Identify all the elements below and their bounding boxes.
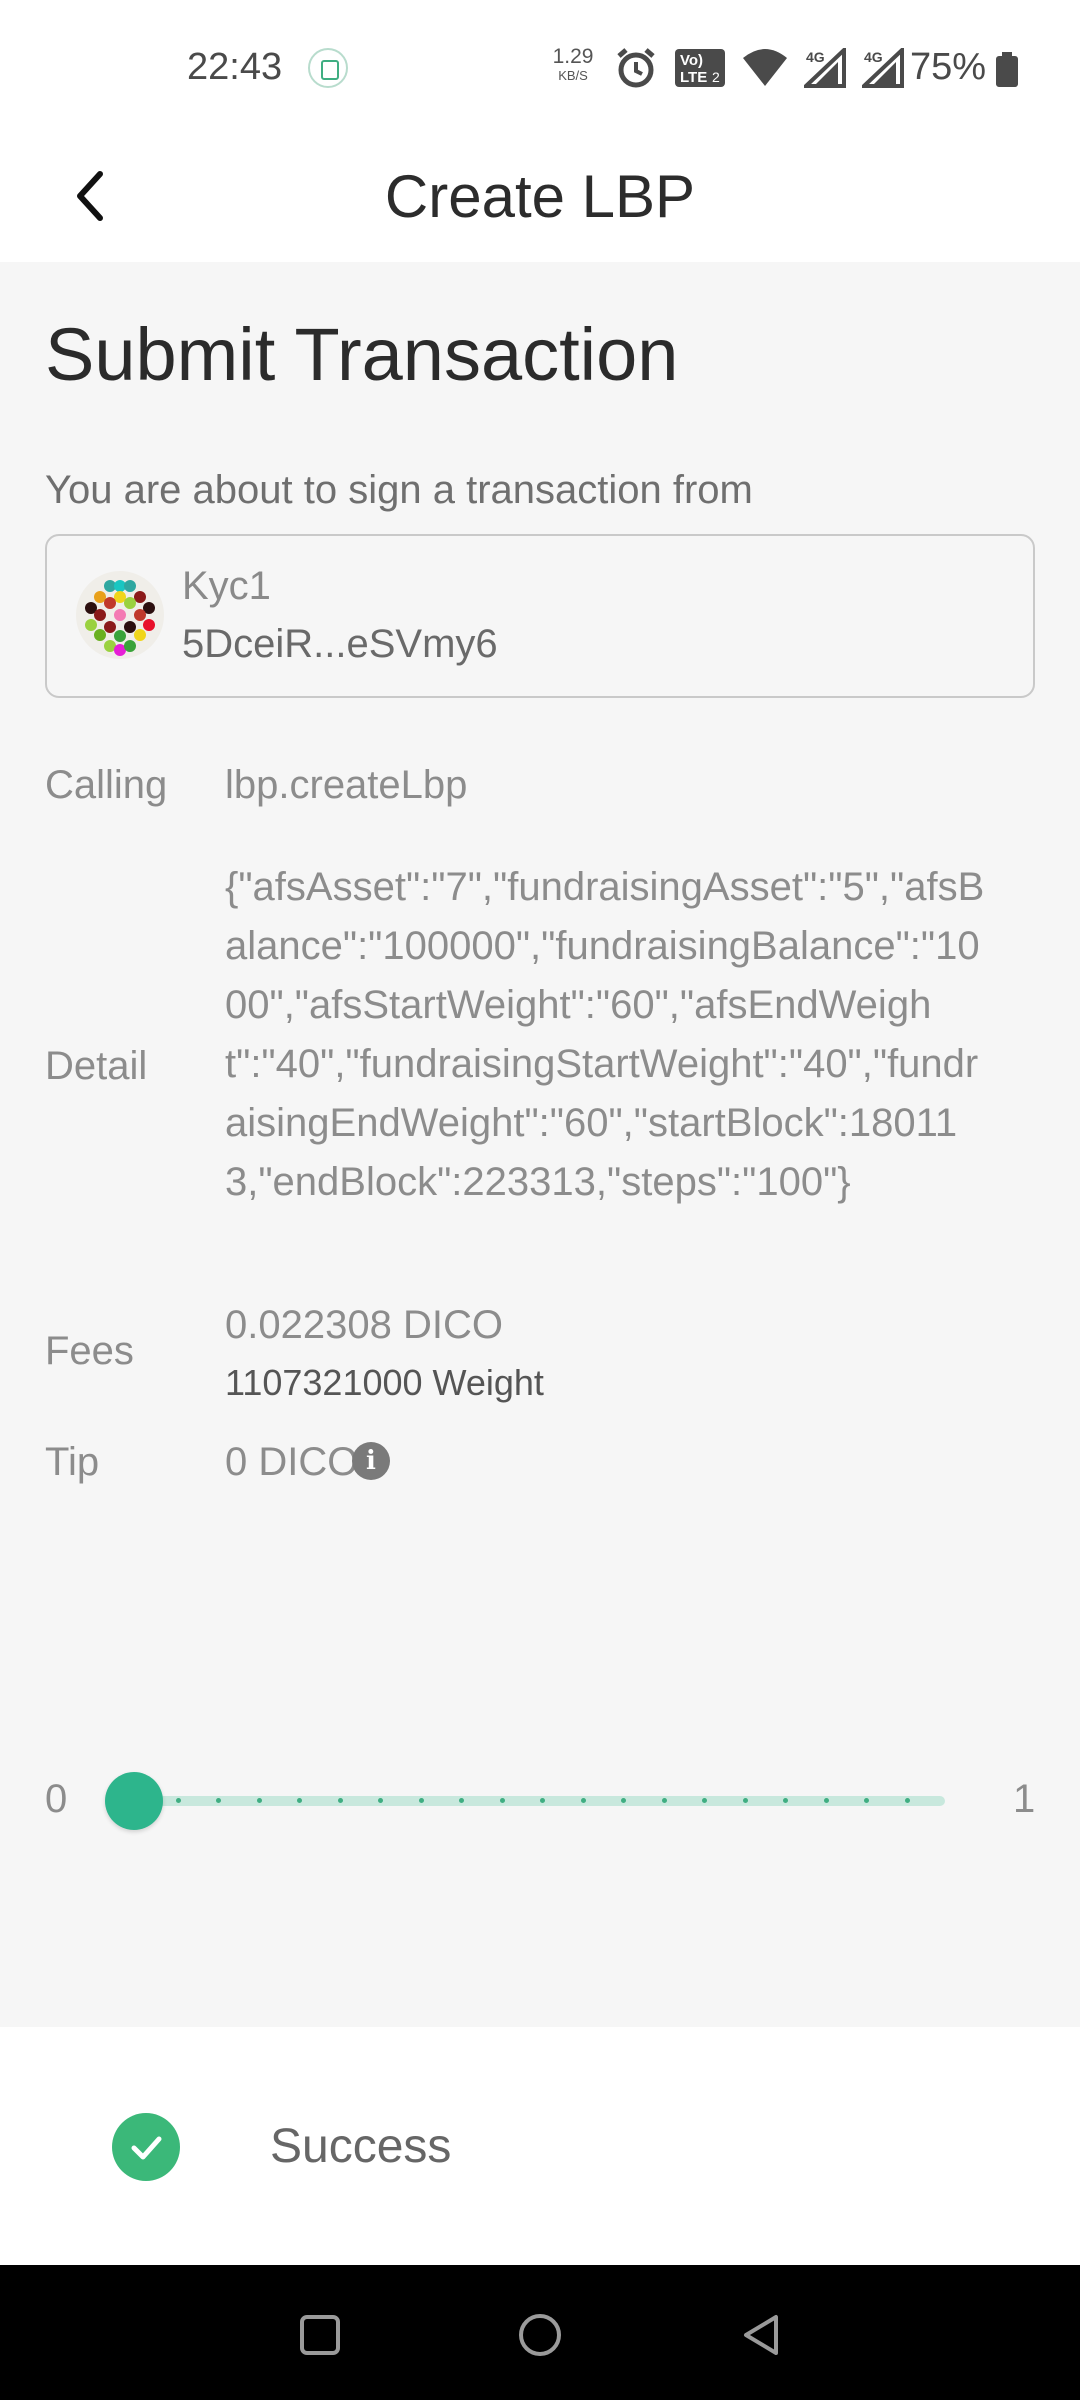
- fees-value: 0.022308 DICO: [225, 1303, 503, 1347]
- slider-ticks: [135, 1798, 945, 1804]
- slider-tick: [783, 1798, 788, 1803]
- back-triangle-icon: [744, 2315, 778, 2355]
- slider-tick: [297, 1798, 302, 1803]
- slider-tick: [500, 1798, 505, 1803]
- slider-tick: [824, 1798, 829, 1803]
- detail-label: Detail: [45, 1044, 148, 1088]
- slider-max-label: 1: [1013, 1777, 1036, 1821]
- tip-value: 0 DICO: [225, 1440, 359, 1484]
- slider-tick: [378, 1798, 383, 1803]
- app-notification-icon: [308, 48, 348, 88]
- intro-text: You are about to sign a transaction from: [45, 468, 753, 512]
- slider-tick: [905, 1798, 910, 1803]
- info-icon[interactable]: i: [352, 1442, 390, 1480]
- slider-tick: [459, 1798, 464, 1803]
- detail-value: {"afsAsset":"7","fundraisingAsset":"5","…: [225, 865, 985, 1204]
- svg-text:Vo): Vo): [680, 52, 703, 69]
- account-address: 5DceiR...eSVmy6: [182, 622, 498, 666]
- slider-min-label: 0: [45, 1777, 68, 1821]
- status-icons: Vo) LTE 2 4G 4G: [614, 44, 920, 92]
- slider-thumb[interactable]: [105, 1772, 163, 1830]
- svg-text:LTE: LTE: [680, 69, 707, 86]
- toast-message: Success: [270, 2120, 452, 2173]
- network-speed-unit: KB/S: [558, 68, 588, 83]
- slider-tick: [216, 1798, 221, 1803]
- section-heading: Submit Transaction: [45, 313, 679, 396]
- slider-tick: [662, 1798, 667, 1803]
- slider-tick: [540, 1798, 545, 1803]
- recents-button[interactable]: [280, 2295, 360, 2375]
- system-nav-bar: [0, 2265, 1080, 2400]
- svg-text:4G: 4G: [864, 49, 883, 65]
- check-circle-icon: [112, 2113, 180, 2181]
- battery-icon: [995, 52, 1019, 88]
- signal-4g-icon: 4G: [862, 48, 904, 88]
- signal-4g-icon: 4G: [804, 48, 846, 88]
- svg-text:2: 2: [712, 69, 720, 85]
- slider-tick: [419, 1798, 424, 1803]
- slider-tick: [581, 1798, 586, 1803]
- account-name: Kyc1: [182, 564, 271, 608]
- fees-label: Fees: [45, 1329, 134, 1373]
- svg-text:4G: 4G: [806, 49, 825, 65]
- calling-value: lbp.createLbp: [225, 763, 468, 807]
- account-card[interactable]: Kyc1 5DceiR...eSVmy6: [45, 534, 1035, 698]
- slider-tick: [176, 1798, 181, 1803]
- account-identicon-icon: [76, 571, 164, 659]
- status-bar: 22:43 1.29 KB/S Vo) LTE 2 4G 4G 75%: [0, 0, 1080, 130]
- volte-icon: Vo) LTE 2: [674, 48, 726, 88]
- slider-tick: [338, 1798, 343, 1803]
- slider-tick: [621, 1798, 626, 1803]
- alarm-icon: [614, 46, 658, 90]
- tip-slider[interactable]: 0 1: [0, 1767, 1080, 1847]
- home-button[interactable]: [500, 2295, 580, 2375]
- recents-square-icon: [300, 2315, 340, 2355]
- slider-tick: [743, 1798, 748, 1803]
- status-time: 22:43: [187, 46, 283, 88]
- home-circle-icon: [519, 2314, 561, 2356]
- calling-label: Calling: [45, 763, 168, 807]
- network-speed-value: 1.29: [552, 45, 594, 68]
- tip-label: Tip: [45, 1440, 100, 1484]
- wifi-icon: [742, 48, 788, 88]
- slider-tick: [257, 1798, 262, 1803]
- battery-percent: 75%: [910, 46, 987, 88]
- success-toast: Success: [0, 2027, 1080, 2265]
- app-bar: Create LBP: [0, 130, 1080, 262]
- back-nav-button[interactable]: [722, 2295, 802, 2375]
- slider-tick: [864, 1798, 869, 1803]
- network-speed: 1.29 KB/S: [549, 46, 597, 82]
- page-title: Create LBP: [384, 163, 696, 230]
- slider-tick: [702, 1798, 707, 1803]
- submit-transaction-panel: Submit Transaction You are about to sign…: [0, 262, 1080, 2027]
- fees-weight: 1107321000 Weight: [225, 1362, 544, 1403]
